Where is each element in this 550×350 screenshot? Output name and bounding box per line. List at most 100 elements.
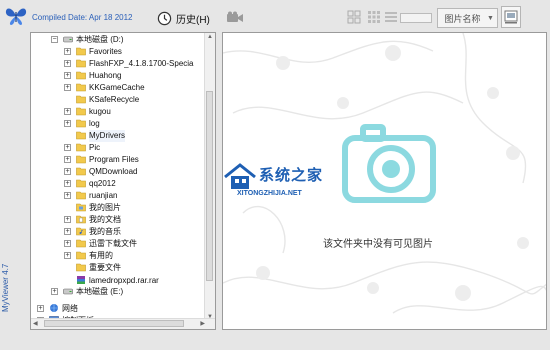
folder-tree[interactable]: − 本地磁盘 (D:) + Favorites + FlashFXP_4.1.8.1700… — [30, 32, 216, 330]
tree-item-label: ruanjian — [89, 191, 118, 200]
drive-icon — [63, 36, 73, 43]
folder-icon — [76, 167, 86, 176]
house-logo-icon — [224, 163, 256, 189]
tree-item-label: qq2012 — [89, 179, 116, 188]
tree-item[interactable]: + kugou — [31, 106, 206, 118]
scroll-left-icon[interactable]: ◀ — [33, 320, 38, 327]
folder-icon — [76, 191, 86, 200]
tree-item[interactable]: + log — [31, 118, 206, 130]
folder-icon — [76, 155, 86, 164]
small-thumbnails-icon[interactable] — [367, 10, 381, 24]
expand-toggle[interactable]: + — [64, 240, 71, 247]
watermark-name: 系统之家 — [259, 167, 324, 184]
tree-item[interactable]: − 本地磁盘 (D:) — [31, 34, 206, 46]
tree-item-label: Favorites — [89, 47, 122, 56]
tree-item[interactable]: + 网络 — [31, 303, 206, 315]
expand-toggle[interactable]: + — [64, 156, 71, 163]
scroll-right-icon[interactable]: ▶ — [200, 320, 205, 327]
video-camera-icon[interactable] — [226, 11, 244, 24]
tree-item[interactable]: MyDrivers — [31, 130, 206, 142]
drive-icon — [63, 288, 73, 295]
expand-toggle[interactable]: + — [64, 84, 71, 91]
scroll-up-icon[interactable]: ▲ — [207, 34, 213, 40]
tree-item-label: kugou — [89, 107, 111, 116]
tree-item-label: 本地磁盘 (E:) — [76, 287, 124, 296]
expand-toggle[interactable]: + — [64, 48, 71, 55]
expand-toggle[interactable]: + — [64, 120, 71, 127]
folder-icon — [76, 95, 86, 104]
expand-toggle[interactable]: + — [64, 228, 71, 235]
tree-item[interactable]: 我的图片 — [31, 202, 206, 214]
tree-item-label: Program Files — [89, 155, 139, 164]
tree-item[interactable]: + KKGameCache — [31, 82, 206, 94]
sort-by-select[interactable]: 图片名称 ▼ — [437, 8, 498, 28]
tree-item-label: MyDrivers — [89, 130, 125, 142]
tree-vertical-scrollbar[interactable]: ▲ ▼ — [204, 33, 215, 321]
expand-toggle[interactable]: + — [64, 168, 71, 175]
tree-item-label: 重要文件 — [89, 263, 121, 272]
expand-toggle[interactable]: + — [64, 108, 71, 115]
large-thumbnails-icon[interactable] — [347, 10, 361, 24]
expand-toggle[interactable]: + — [51, 288, 58, 295]
folder-icon — [76, 83, 86, 92]
tree-item-label: 本地磁盘 (D:) — [76, 35, 124, 44]
sort-by-value: 图片名称 — [444, 13, 481, 24]
folder-tree-rows: − 本地磁盘 (D:) + Favorites + FlashFXP_4.1.8.1700… — [31, 33, 206, 321]
tree-item-label: 有用的 — [89, 251, 113, 260]
app-title: MyViewer 4.7 — [1, 263, 10, 312]
tree-item[interactable]: + 有用的 — [31, 250, 206, 262]
list-view-icon[interactable] — [384, 10, 398, 24]
tree-item[interactable]: + Program Files — [31, 154, 206, 166]
thumbnail-size-slider[interactable] — [400, 13, 432, 23]
tree-item[interactable]: KSafeRecycle — [31, 94, 206, 106]
expand-toggle[interactable]: + — [64, 180, 71, 187]
scroll-thumb[interactable] — [44, 320, 184, 327]
expand-toggle[interactable]: + — [64, 216, 71, 223]
tree-horizontal-scrollbar[interactable]: ◀ ▶ — [31, 318, 215, 329]
history-button[interactable]: 历史(H) — [157, 9, 210, 27]
expand-toggle[interactable]: + — [64, 144, 71, 151]
panel-layout-icon — [504, 10, 518, 24]
tree-item[interactable]: + ruanjian — [31, 190, 206, 202]
folder-icon — [76, 179, 86, 188]
folder-icon — [76, 143, 86, 152]
tree-item[interactable]: + 我的音乐 — [31, 226, 206, 238]
expand-toggle[interactable]: + — [64, 72, 71, 79]
side-title-strip: MyViewer 4.7 — [0, 32, 30, 344]
image-preview-pane[interactable]: 系统之家 XITONGZHIJIA.NET 该文件夹中没有可见图片 — [222, 32, 547, 330]
expand-toggle[interactable]: + — [64, 252, 71, 259]
tree-item[interactable]: + Pic — [31, 142, 206, 154]
archive-icon — [77, 276, 85, 284]
folder-icon — [76, 107, 86, 116]
pictures-icon — [76, 203, 86, 212]
tree-item[interactable]: + Huahong — [31, 70, 206, 82]
panel-toggle-button[interactable] — [501, 6, 521, 28]
tree-item[interactable]: + 本地磁盘 (E:) — [31, 286, 206, 298]
tree-item[interactable]: + qq2012 — [31, 178, 206, 190]
expand-toggle[interactable]: + — [64, 192, 71, 199]
tree-item[interactable]: + FlashFXP_4.1.8.1700-Specia — [31, 58, 206, 70]
history-label: 历史(H) — [176, 14, 210, 26]
tree-item-label: Pic — [89, 143, 101, 152]
folder-icon — [76, 263, 86, 272]
tree-item[interactable]: + QMDownload — [31, 166, 206, 178]
tree-item-label: Huahong — [89, 71, 122, 80]
collapse-toggle[interactable]: − — [51, 36, 58, 43]
folder-icon — [76, 59, 86, 68]
tree-item-label: 我的图片 — [89, 203, 121, 212]
tree-item[interactable]: + 我的文档 — [31, 214, 206, 226]
tree-item-label: log — [89, 119, 100, 128]
toolbar: Compiled Date: Apr 18 2012 历史(H) 图片名称 ▼ — [0, 0, 550, 32]
clock-icon — [157, 11, 172, 25]
watermark-url: XITONGZHIJIA.NET — [237, 190, 302, 197]
tree-item[interactable]: + 迅雷下载文件 — [31, 238, 206, 250]
compiled-date-label: Compiled Date: Apr 18 2012 — [32, 13, 133, 22]
butterfly-logo-icon — [5, 8, 27, 25]
tree-item[interactable]: 重要文件 — [31, 262, 206, 274]
tree-item-label: 迅雷下载文件 — [89, 239, 137, 248]
expand-toggle[interactable]: + — [37, 305, 44, 312]
chevron-down-icon: ▼ — [487, 14, 494, 22]
tree-item[interactable]: + Favorites — [31, 46, 206, 58]
expand-toggle[interactable]: + — [64, 60, 71, 67]
scroll-thumb[interactable] — [206, 91, 213, 281]
